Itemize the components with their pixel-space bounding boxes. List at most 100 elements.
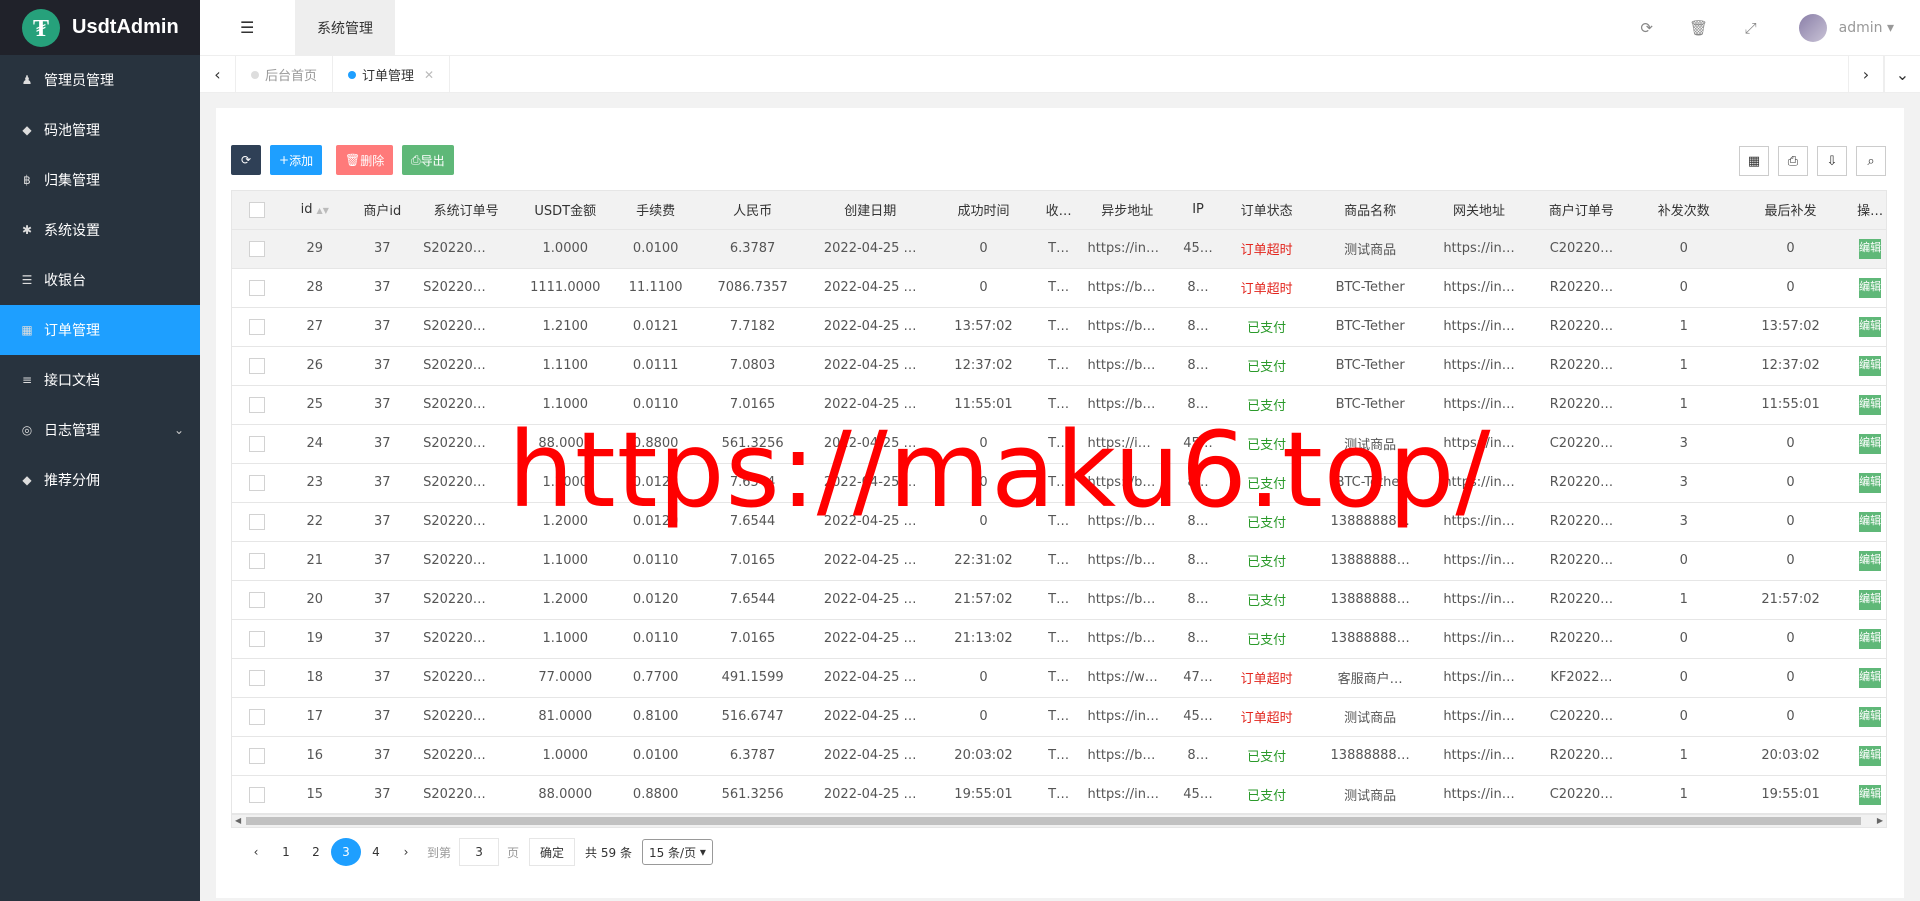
edit-button[interactable]: 编辑 <box>1859 472 1882 493</box>
column-header[interactable]: 操… <box>1848 191 1886 230</box>
row-checkbox[interactable] <box>249 747 266 764</box>
sidebar-item-0[interactable]: ♟ 管理员管理 <box>0 55 200 105</box>
select-all-checkbox-cell[interactable] <box>232 191 283 230</box>
search-icon[interactable]: ⌕ <box>1856 146 1886 176</box>
edit-button[interactable]: 编辑 <box>1859 394 1882 415</box>
row-checkbox[interactable] <box>249 357 266 374</box>
row-checkbox-cell[interactable] <box>232 502 283 542</box>
row-checkbox[interactable] <box>249 279 266 296</box>
trash-icon[interactable]: 🗑 <box>1673 19 1725 37</box>
goto-page-input[interactable]: 3 <box>459 838 500 866</box>
page-2[interactable]: 2 <box>301 838 331 866</box>
table-row[interactable]: 28 37 S20220… 1111.0000 11.1100 7086.7357 2022… <box>232 268 1886 308</box>
row-checkbox[interactable] <box>249 708 266 725</box>
column-header[interactable]: 商户订单号 <box>1528 191 1635 230</box>
row-checkbox[interactable] <box>249 630 266 647</box>
column-header[interactable]: 商品名称 <box>1310 191 1431 230</box>
row-checkbox-cell[interactable] <box>232 307 283 347</box>
column-header[interactable]: 收… <box>1035 191 1082 230</box>
column-header[interactable]: 异步地址 <box>1081 191 1173 230</box>
topnav-system-management[interactable]: 系统管理 <box>295 0 395 56</box>
table-row[interactable]: 23 37 S20220… 1.2000 0.0120 7.6544 2022-04-25 … <box>232 463 1886 503</box>
sidebar-item-1[interactable]: ◆ 码池管理 <box>0 105 200 155</box>
column-header[interactable]: id ▲▼ <box>282 191 348 230</box>
table-row[interactable]: 25 37 S20220… 1.1000 0.0110 7.0165 2022-04-25 … <box>232 385 1886 425</box>
add-button[interactable]: + 添加 <box>270 145 323 175</box>
sidebar-item-5[interactable]: ▦ 订单管理 <box>0 305 200 355</box>
column-header[interactable]: 订单状态 <box>1223 191 1311 230</box>
column-header[interactable]: 补发次数 <box>1634 191 1733 230</box>
page-3-current[interactable]: 3 <box>331 838 361 866</box>
row-checkbox-cell[interactable] <box>232 463 283 503</box>
avatar[interactable] <box>1798 14 1827 42</box>
tab-menu-chevron-down-icon[interactable]: ⌄ <box>1884 56 1920 93</box>
row-checkbox-cell[interactable] <box>232 736 283 776</box>
table-row[interactable]: 19 37 S20220… 1.1000 0.0110 7.0165 2022-04-25 … <box>232 619 1886 659</box>
fullscreen-icon[interactable]: ⤢ <box>1725 19 1777 37</box>
tab-orders[interactable]: 订单管理 ✕ <box>333 56 451 93</box>
sort-icon[interactable]: ▲▼ <box>317 206 329 215</box>
print-icon[interactable]: ⎙ <box>1778 146 1808 176</box>
edit-button[interactable]: 编辑 <box>1859 511 1882 532</box>
table-row[interactable]: 27 37 S20220… 1.2100 0.0121 7.7182 2022-04-25 … <box>232 307 1886 347</box>
row-checkbox-cell[interactable] <box>232 697 283 737</box>
table-row[interactable]: 16 37 S20220… 1.0000 0.0100 6.3787 2022-04-25 … <box>232 736 1886 776</box>
column-header[interactable]: 创建日期 <box>809 191 932 230</box>
table-row[interactable]: 20 37 S20220… 1.2000 0.0120 7.6544 2022-04-25 … <box>232 580 1886 620</box>
scroll-left-arrow-icon[interactable]: ◀ <box>235 815 241 827</box>
column-header[interactable]: 最后补发 <box>1732 191 1849 230</box>
table-row[interactable]: 29 37 S20220… 1.0000 0.0100 6.3787 2022-04-25 … <box>232 229 1886 269</box>
column-header[interactable]: 商户id <box>347 191 418 230</box>
refresh-icon[interactable]: ⟳ <box>1621 19 1673 37</box>
row-checkbox[interactable] <box>249 474 266 491</box>
table-row[interactable]: 24 37 S20220… 88.0000 0.8800 561.3256 2022-04-… <box>232 424 1886 464</box>
table-row[interactable]: 26 37 S20220… 1.1100 0.0111 7.0803 2022-04-25 … <box>232 346 1886 386</box>
scrollbar-thumb[interactable] <box>246 817 1861 825</box>
page-size-select[interactable]: 15 条/页 ▾ <box>641 839 713 865</box>
export-button[interactable]: ⎙ 导出 <box>402 145 454 175</box>
edit-button[interactable]: 编辑 <box>1859 745 1882 766</box>
edit-button[interactable]: 编辑 <box>1859 589 1882 610</box>
column-header[interactable]: 人民币 <box>695 191 810 230</box>
user-menu[interactable]: admin ▾ <box>1839 20 1894 36</box>
edit-button[interactable]: 编辑 <box>1859 667 1882 688</box>
column-header[interactable]: IP <box>1173 191 1224 230</box>
row-checkbox-cell[interactable] <box>232 229 283 269</box>
sidebar-item-7[interactable]: ◎ 日志管理 ⌄ <box>0 405 200 455</box>
row-checkbox-cell[interactable] <box>232 658 283 698</box>
column-header[interactable]: 系统订单号 <box>417 191 516 230</box>
row-checkbox-cell[interactable] <box>232 346 283 386</box>
tab-scroll-left-icon[interactable]: ‹ <box>200 56 236 93</box>
row-checkbox[interactable] <box>249 240 266 257</box>
logo[interactable]: ₮ UsdtAdmin <box>0 0 200 55</box>
tab-scroll-right-icon[interactable]: › <box>1848 56 1884 93</box>
row-checkbox[interactable] <box>249 552 266 569</box>
edit-button[interactable]: 编辑 <box>1859 706 1882 727</box>
row-checkbox[interactable] <box>249 591 266 608</box>
row-checkbox[interactable] <box>249 318 266 335</box>
row-checkbox-cell[interactable] <box>232 268 283 308</box>
row-checkbox-cell[interactable] <box>232 619 283 659</box>
edit-button[interactable]: 编辑 <box>1859 784 1882 805</box>
page-1[interactable]: 1 <box>271 838 301 866</box>
sidebar-item-4[interactable]: ☰ 收银台 <box>0 255 200 305</box>
select-all-checkbox[interactable] <box>249 201 266 218</box>
refresh-button[interactable]: ⟳ <box>231 145 261 175</box>
prev-page-icon[interactable]: ‹ <box>241 838 271 866</box>
sidebar-item-8[interactable]: ◆ 推荐分佣 <box>0 455 200 505</box>
edit-button[interactable]: 编辑 <box>1859 277 1882 298</box>
next-page-icon[interactable]: › <box>391 838 421 866</box>
columns-icon[interactable]: ▦ <box>1739 146 1769 176</box>
goto-confirm-button[interactable]: 确定 <box>529 838 576 866</box>
edit-button[interactable]: 编辑 <box>1859 238 1882 259</box>
edit-button[interactable]: 编辑 <box>1859 355 1882 376</box>
table-row[interactable]: 21 37 S20220… 1.1000 0.0110 7.0165 2022-04-25 … <box>232 541 1886 581</box>
sidebar-item-3[interactable]: ✱ 系统设置 <box>0 205 200 255</box>
column-header[interactable]: 网关地址 <box>1430 191 1529 230</box>
row-checkbox-cell[interactable] <box>232 424 283 464</box>
table-row[interactable]: 15 37 S20220… 88.0000 0.8800 561.3256 2022-04-… <box>232 775 1886 813</box>
column-header[interactable]: 手续费 <box>615 191 696 230</box>
edit-button[interactable]: 编辑 <box>1859 628 1882 649</box>
row-checkbox-cell[interactable] <box>232 775 283 813</box>
row-checkbox[interactable] <box>249 669 266 686</box>
